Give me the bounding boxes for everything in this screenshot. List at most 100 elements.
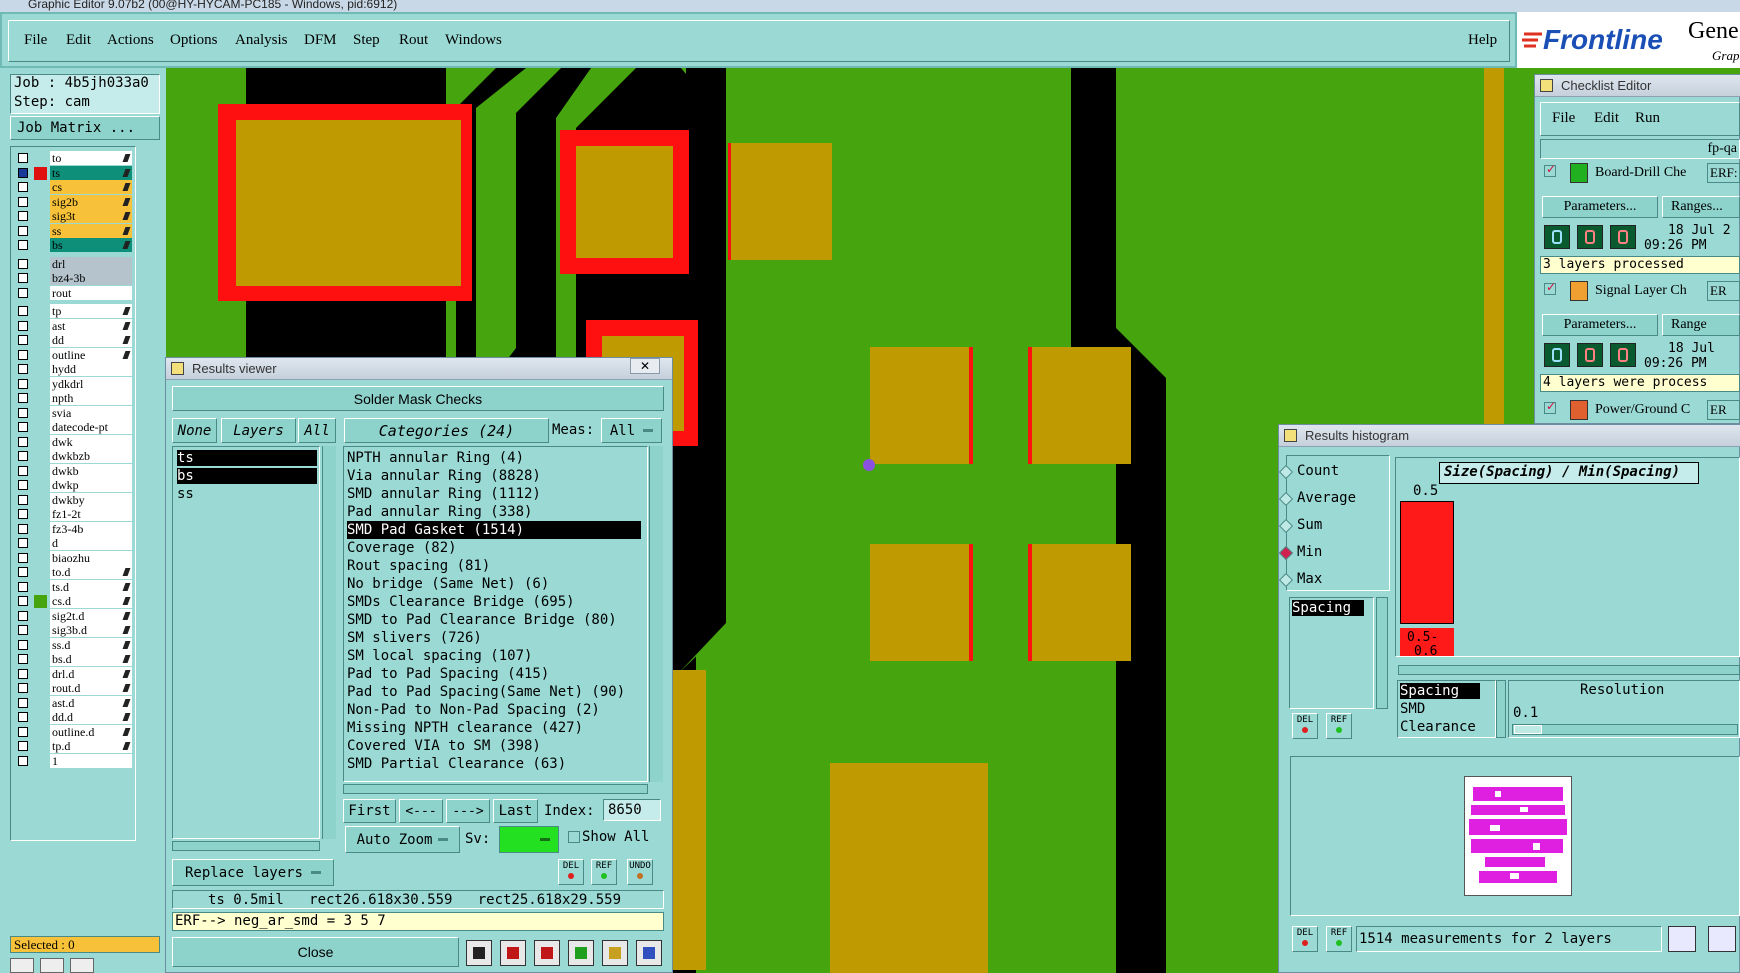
layer-checkbox[interactable] [18,683,28,693]
histogram-mode-average[interactable]: Average [1278,490,1356,507]
show-all-checkbox[interactable] [568,831,580,843]
histogram-chart-icon[interactable] [1668,926,1696,952]
layer-checkbox[interactable] [18,726,28,737]
layer-checkbox[interactable] [18,509,28,519]
checklist-run-icon[interactable] [1544,343,1570,367]
all-layers-button[interactable]: All [298,418,336,443]
results-viewer-titlebar[interactable]: Results viewer [166,358,672,380]
menu-edit[interactable]: Edit [66,32,91,49]
checklist-item-erf[interactable]: ER [1707,400,1740,420]
sv-color-select[interactable] [499,826,559,853]
first-button[interactable]: First [343,799,396,823]
resolution-slider-thumb[interactable] [1514,725,1542,734]
layer-row-dwk[interactable]: dwk [14,434,132,450]
category-item[interactable]: No bridge (Same Net) (6) [347,575,549,593]
layers-button[interactable]: Layers [221,418,296,443]
histogram-mode-count[interactable]: Count [1278,463,1339,480]
histogram-titlebar[interactable]: Results histogram [1279,425,1740,447]
layer-row-ts.d[interactable]: ts.d [14,579,132,595]
layer-checkbox[interactable] [18,335,28,345]
layer-checkbox[interactable] [18,378,28,389]
checklist-menu-edit[interactable]: Edit [1594,110,1619,127]
layer-row-sig3t[interactable]: sig3t [14,209,132,224]
category-item[interactable]: SMD to Pad Clearance Bridge (80) [347,611,617,629]
layer-checkbox[interactable] [18,610,28,621]
undo-button[interactable]: UNDO [627,859,653,885]
histogram-mode-max[interactable]: Max [1278,571,1322,588]
layer-row-tp[interactable]: tp [14,304,132,319]
layer-row-sig2t.d[interactable]: sig2t.d [14,608,132,624]
layer-checkbox[interactable] [18,225,28,236]
layer-row-to[interactable]: to [14,151,132,166]
histogram-export-icon[interactable] [1708,926,1736,952]
layer-row-bs[interactable]: bs [14,238,132,253]
menu-actions[interactable]: Actions [107,32,154,49]
layer-row-tp.d[interactable]: tp.d [14,739,132,754]
histogram-list-2-item-2[interactable]: SMD [1400,701,1425,717]
layer-checkbox[interactable] [18,422,28,432]
category-item[interactable]: Covered VIA to SM (398) [347,737,541,755]
layer-checkbox[interactable] [18,741,28,751]
checklist-run-icon[interactable] [1610,225,1636,249]
checklist-ranges-button[interactable]: Ranges... [1662,196,1740,218]
layer-row-dd.d[interactable]: dd.d [14,710,132,725]
checklist-item-checkbox[interactable]: ✓ [1544,162,1556,177]
layer-row-fz3-4b[interactable]: fz3-4b [14,521,132,537]
checklist-params-button[interactable]: Parameters... [1542,314,1658,336]
histogram-list-1-scrollbar[interactable] [1376,597,1388,709]
layer-row-fz1-2t[interactable]: fz1-2t [14,507,132,522]
auto-zoom-select[interactable]: Auto Zoom [345,826,460,853]
category-item[interactable]: Coverage (82) [347,539,457,557]
layer-row-drl[interactable]: drl [14,256,132,272]
layer-checkbox[interactable] [18,407,28,418]
measure-icon[interactable] [466,940,492,966]
layer-row-dd[interactable]: dd [14,333,132,348]
layer-checkbox[interactable] [18,306,28,316]
category-item[interactable]: NPTH annular Ring (4) [347,449,524,467]
categories-button[interactable]: Categories (24) [344,418,549,443]
category-item[interactable]: Rout spacing (81) [347,557,490,575]
layer-checkbox[interactable] [18,552,28,563]
categories-hscrollbar[interactable] [343,784,648,794]
category-item[interactable]: Via annular Ring (8828) [347,467,541,485]
layer-checkbox[interactable] [18,287,28,298]
rv-layer-item[interactable]: ts [177,450,317,466]
results-viewer-close-icon[interactable]: ✕ [630,358,660,374]
histogram-list-2-item-1[interactable]: Spacing [1400,683,1480,699]
layer-checkbox[interactable] [18,196,28,207]
chart-icon[interactable] [636,940,662,966]
layer-row-dwkb[interactable]: dwkb [14,463,132,479]
layer-row-ast.d[interactable]: ast.d [14,695,132,711]
layer-row-sig2b[interactable]: sig2b [14,194,132,210]
menu-step[interactable]: Step [353,32,380,49]
menu-rout[interactable]: Rout [399,32,428,49]
layer-checkbox[interactable] [18,465,28,476]
clear-icon[interactable] [534,940,560,966]
checklist-ranges-button[interactable]: Range [1662,314,1740,336]
layer-row-rout.d[interactable]: rout.d [14,681,132,696]
layer-checkbox[interactable] [18,320,28,331]
category-item[interactable]: SMDs Clearance Bridge (695) [347,593,575,611]
checklist-menu-file[interactable]: File [1552,110,1575,127]
layer-row-cs[interactable]: cs [14,180,132,195]
layer-checkbox[interactable] [18,668,28,679]
checklist-menu-run[interactable]: Run [1635,110,1660,127]
layer-checkbox[interactable] [18,153,28,163]
last-button[interactable]: Last [493,799,538,823]
layer-row-ss[interactable]: ss [14,223,132,239]
hist-del-button[interactable]: DEL [1292,713,1318,739]
layer-checkbox[interactable] [18,436,28,447]
layer-list-hscrollbar[interactable] [172,841,320,851]
checklist-item-name[interactable]: Board-Drill Che [1595,165,1686,181]
hist-del-button-2[interactable]: DEL [1292,926,1318,952]
checklist-item-erf[interactable]: ER [1707,281,1740,301]
layer-checkbox[interactable] [18,523,28,534]
checklist-item-name[interactable]: Signal Layer Ch [1595,283,1687,299]
checklist-item-erf[interactable]: ERF: [1707,163,1740,183]
job-matrix-button[interactable]: Job Matrix ... [10,116,160,140]
tool-icon-2[interactable] [40,958,64,973]
report-icon[interactable] [602,940,628,966]
category-item[interactable]: SMD Partial Clearance (63) [347,755,566,773]
layer-checkbox[interactable] [18,639,28,650]
rv-layer-item[interactable]: ss [177,486,317,502]
